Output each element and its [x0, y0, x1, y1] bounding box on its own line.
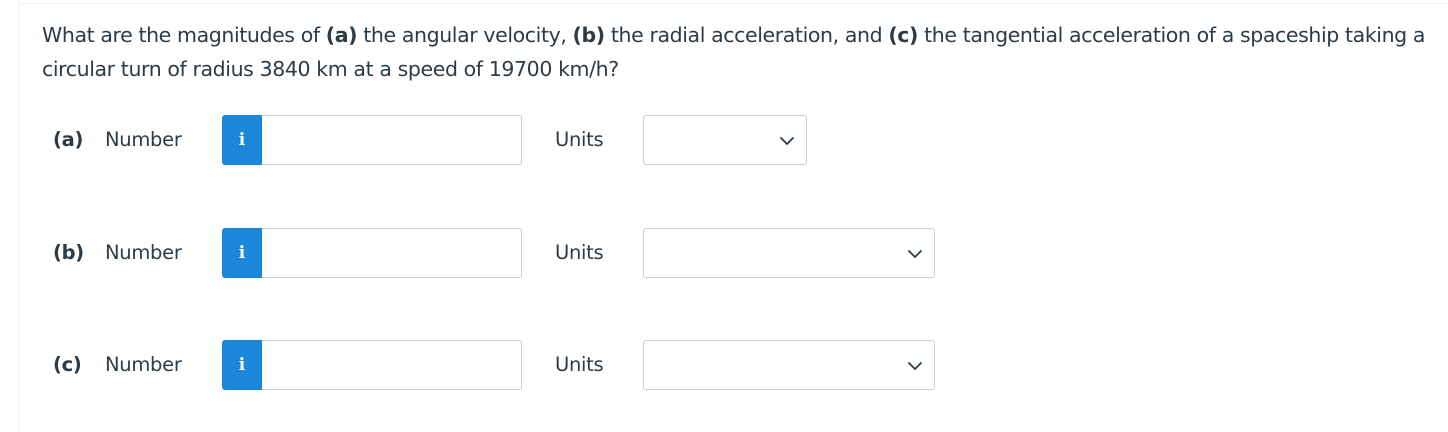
number-label: Number — [105, 128, 182, 151]
question-text-segment: the radial acceleration, and — [604, 23, 889, 47]
units-select[interactable] — [643, 340, 935, 390]
question-text-segment: the angular velocity, — [357, 23, 573, 47]
units-label: Units — [555, 241, 604, 264]
part-label: (c) — [53, 353, 82, 376]
units-select[interactable] — [643, 228, 935, 278]
left-divider — [18, 0, 19, 432]
info-button[interactable]: i — [222, 115, 262, 165]
chevron-down-icon — [908, 362, 922, 370]
number-label: Number — [105, 241, 182, 264]
top-divider — [20, 3, 1448, 4]
question-text-segment: What are the magnitudes of — [42, 23, 326, 47]
units-select[interactable] — [643, 115, 807, 165]
question-part-a-label: (a) — [325, 23, 358, 47]
number-input[interactable] — [262, 115, 522, 165]
number-input[interactable] — [262, 228, 522, 278]
chevron-down-icon — [780, 137, 794, 145]
question-part-b-label: (b) — [572, 23, 606, 47]
part-label: (a) — [53, 128, 84, 151]
info-icon: i — [238, 242, 246, 263]
chevron-down-icon — [908, 250, 922, 258]
info-icon: i — [238, 129, 246, 150]
question-part-c-label: (c) — [888, 23, 919, 47]
number-label: Number — [105, 353, 182, 376]
question-text: What are the magnitudes of (a) the angul… — [42, 18, 1437, 86]
info-button[interactable]: i — [222, 340, 262, 390]
info-button[interactable]: i — [222, 228, 262, 278]
part-label: (b) — [53, 241, 84, 264]
number-input[interactable] — [262, 340, 522, 390]
info-icon: i — [238, 354, 246, 375]
units-label: Units — [555, 353, 604, 376]
units-label: Units — [555, 128, 604, 151]
